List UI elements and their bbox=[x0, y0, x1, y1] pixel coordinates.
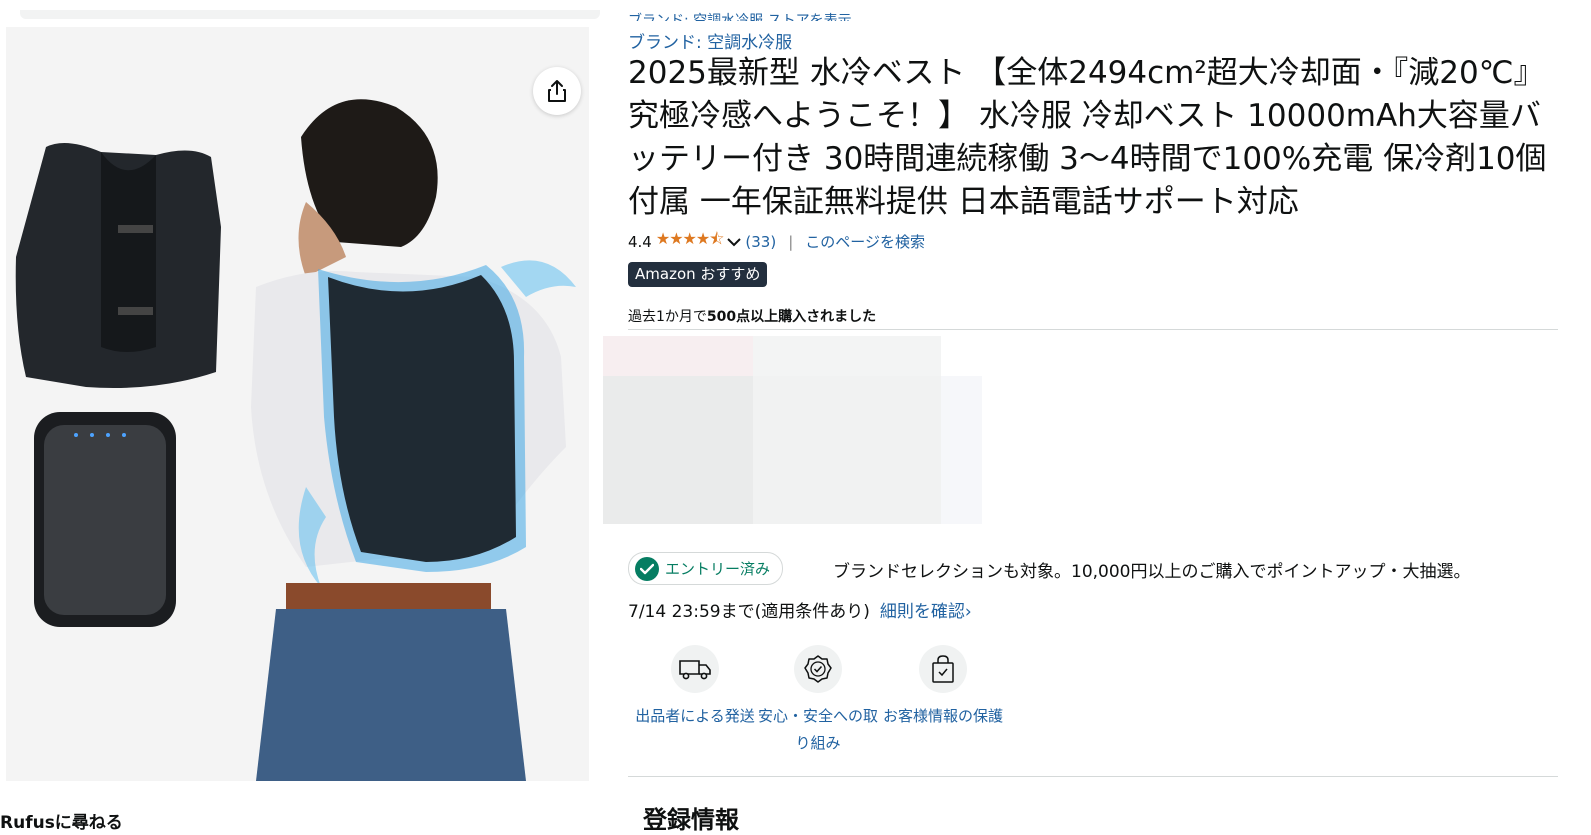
rules-link[interactable]: 細則を確認› bbox=[880, 602, 972, 622]
brand-link[interactable]: ブランド: 空調水冷服 bbox=[628, 28, 792, 53]
bought-count-bold: 500点以上購入されました bbox=[706, 309, 877, 325]
bought-prefix: 過去1か月で bbox=[628, 309, 707, 325]
share-icon bbox=[548, 80, 566, 102]
price-placeholder bbox=[603, 376, 753, 524]
price-placeholder bbox=[753, 376, 941, 524]
share-button[interactable] bbox=[533, 67, 581, 115]
product-image-illustration bbox=[6, 27, 589, 781]
price-placeholder bbox=[753, 336, 941, 376]
entry-status-pill: エントリー済み bbox=[628, 552, 784, 585]
gallery-top-strip bbox=[20, 10, 600, 19]
feature-seller-shipping[interactable]: 出品者による発送 bbox=[635, 645, 755, 730]
product-title: 2025最新型 水冷ベスト 【全体2494cm²超大冷却面・『減20℃』究極冷感… bbox=[628, 55, 1547, 220]
promotion-text: ブランドセレクションも対象。10,000円以上のご購入でポイントアップ・大抽選。 bbox=[833, 562, 1471, 582]
bought-count: 過去1か月で500点以上購入されました bbox=[628, 306, 876, 326]
separator: | bbox=[788, 232, 794, 251]
promotion-deadline: 7/14 23:59まで(適用条件あり) bbox=[628, 602, 870, 622]
search-page-link[interactable]: このページを検索 bbox=[805, 231, 925, 252]
review-count-link[interactable]: (33) bbox=[745, 233, 776, 251]
feature-label: 安心・安全への取り組み bbox=[758, 707, 879, 752]
rating-stars-icon[interactable]: ★★★★⯪ bbox=[656, 228, 725, 255]
amazon-recommend-badge: Amazon おすすめ bbox=[628, 262, 768, 287]
check-circle-icon bbox=[635, 556, 659, 581]
chevron-down-icon[interactable] bbox=[727, 237, 742, 247]
rating-value: 4.4 bbox=[628, 232, 652, 251]
feature-label: お客様情報の保護 bbox=[883, 707, 1004, 725]
promotion-date: 7/14 23:59まで(適用条件あり) 細則を確認› bbox=[628, 597, 972, 622]
product-main-image[interactable] bbox=[6, 27, 589, 781]
rufus-ask-label[interactable]: Rufusに尋ねる bbox=[0, 808, 123, 833]
entry-status-label: エントリー済み bbox=[665, 560, 771, 578]
registration-heading: 登録情報 bbox=[643, 806, 739, 834]
feature-label: 出品者による発送 bbox=[635, 707, 755, 725]
brand-store-link-clipped[interactable]: ブランド: 空調水冷服 ストアを表示 bbox=[628, 11, 852, 21]
shopping-bag-lock-icon bbox=[919, 645, 967, 693]
feature-safety[interactable]: 安心・安全への取り組み bbox=[758, 645, 878, 757]
price-placeholder bbox=[603, 336, 753, 376]
badge-check-icon bbox=[794, 645, 842, 693]
divider bbox=[628, 329, 1558, 330]
rating-row: 4.4 ★★★★⯪ (33) | このページを検索 bbox=[628, 228, 925, 255]
price-placeholder bbox=[941, 376, 982, 524]
feature-privacy[interactable]: お客様情報の保護 bbox=[883, 645, 1003, 730]
truck-icon bbox=[671, 645, 719, 693]
divider bbox=[628, 776, 1558, 777]
